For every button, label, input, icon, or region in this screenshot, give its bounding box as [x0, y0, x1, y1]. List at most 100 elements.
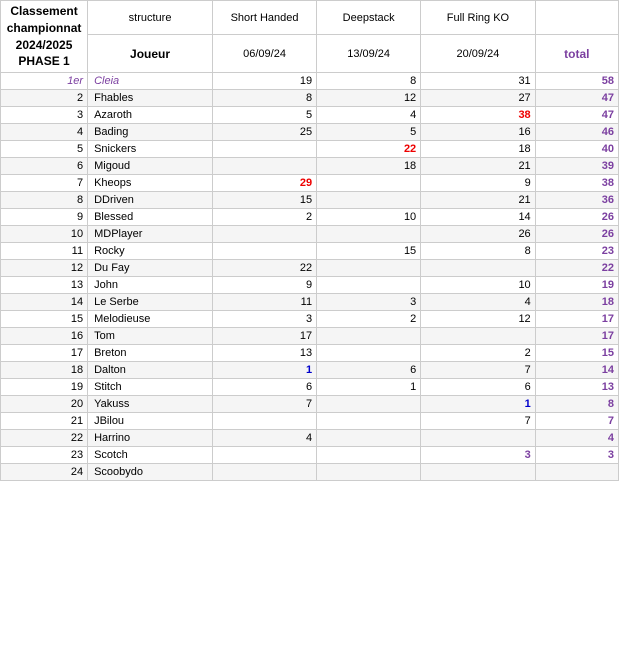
total-score-cell: 18: [535, 294, 618, 311]
player-name-cell: Stitch: [88, 379, 213, 396]
ds-score-cell: [317, 430, 421, 447]
sh-score-cell: [213, 141, 317, 158]
ds-score-cell: [317, 464, 421, 481]
frko-score-cell: 12: [421, 311, 536, 328]
player-name-cell: Migoud: [88, 158, 213, 175]
rank-cell: 15: [1, 311, 88, 328]
rank-cell: 20: [1, 396, 88, 413]
total-score-cell: 26: [535, 209, 618, 226]
frko-date: 20/09/24: [421, 35, 536, 73]
player-name-cell: MDPlayer: [88, 226, 213, 243]
ds-score-cell: 18: [317, 158, 421, 175]
rank-cell: 3: [1, 107, 88, 124]
player-name-cell: Melodieuse: [88, 311, 213, 328]
rank-cell: 24: [1, 464, 88, 481]
table-row: 5Snickers221840: [1, 141, 619, 158]
frko-score-cell: 18: [421, 141, 536, 158]
player-name-cell: Snickers: [88, 141, 213, 158]
rank-cell: 19: [1, 379, 88, 396]
sh-score-cell: 19: [213, 73, 317, 90]
table-row: 20Yakuss718: [1, 396, 619, 413]
player-name-cell: Cleia: [88, 73, 213, 90]
player-name-cell: John: [88, 277, 213, 294]
player-name-cell: Du Fay: [88, 260, 213, 277]
ds-score-cell: 5: [317, 124, 421, 141]
sh-score-cell: 17: [213, 328, 317, 345]
table-row: 8DDriven152136: [1, 192, 619, 209]
rank-cell: 23: [1, 447, 88, 464]
player-name-cell: Le Serbe: [88, 294, 213, 311]
ds-score-cell: [317, 328, 421, 345]
total-score-cell: 3: [535, 447, 618, 464]
table-row: 23Scotch33: [1, 447, 619, 464]
sh-score-cell: 11: [213, 294, 317, 311]
total-score-cell: [535, 464, 618, 481]
sh-score-cell: 4: [213, 430, 317, 447]
table-row: 22Harrino44: [1, 430, 619, 447]
table-row: 14Le Serbe113418: [1, 294, 619, 311]
ds-score-cell: 2: [317, 311, 421, 328]
sh-score-cell: 15: [213, 192, 317, 209]
table-row: 4Bading2551646: [1, 124, 619, 141]
rank-cell: 9: [1, 209, 88, 226]
total-score-cell: 19: [535, 277, 618, 294]
sh-score-cell: [213, 226, 317, 243]
player-name-cell: Harrino: [88, 430, 213, 447]
rank-cell: 12: [1, 260, 88, 277]
frko-score-cell: [421, 328, 536, 345]
frko-score-cell: [421, 430, 536, 447]
rank-cell: 18: [1, 362, 88, 379]
ds-score-cell: [317, 175, 421, 192]
sh-score-cell: 8: [213, 90, 317, 107]
sh-score-cell: 9: [213, 277, 317, 294]
table-row: 21JBilou77: [1, 413, 619, 430]
frko-score-cell: 7: [421, 413, 536, 430]
ds-score-cell: 12: [317, 90, 421, 107]
frko-score-cell: [421, 260, 536, 277]
total-label: total: [535, 35, 618, 73]
table-row: 6Migoud182139: [1, 158, 619, 175]
player-name-cell: JBilou: [88, 413, 213, 430]
player-name-cell: Yakuss: [88, 396, 213, 413]
sh-score-cell: 3: [213, 311, 317, 328]
rank-cell: 1er: [1, 73, 88, 90]
table-row: 15Melodieuse321217: [1, 311, 619, 328]
frko-score-cell: 31: [421, 73, 536, 90]
total-score-cell: 17: [535, 311, 618, 328]
ds-score-cell: [317, 413, 421, 430]
rank-cell: 13: [1, 277, 88, 294]
frko-score-cell: 9: [421, 175, 536, 192]
frko-score-cell: 27: [421, 90, 536, 107]
rank-cell: 14: [1, 294, 88, 311]
rank-cell: 11: [1, 243, 88, 260]
ds-score-cell: 4: [317, 107, 421, 124]
table-row: 16Tom1717: [1, 328, 619, 345]
total-score-cell: 15: [535, 345, 618, 362]
ds-date: 13/09/24: [317, 35, 421, 73]
player-name-cell: Blessed: [88, 209, 213, 226]
rank-cell: 6: [1, 158, 88, 175]
player-name-cell: Azaroth: [88, 107, 213, 124]
table-row: 18Dalton16714: [1, 362, 619, 379]
ds-score-cell: [317, 396, 421, 413]
rank-cell: 7: [1, 175, 88, 192]
rank-cell: 4: [1, 124, 88, 141]
sh-score-cell: [213, 413, 317, 430]
table-row: 24Scoobydo: [1, 464, 619, 481]
frko-header: Full Ring KO: [421, 1, 536, 35]
frko-score-cell: 7: [421, 362, 536, 379]
total-score-cell: 58: [535, 73, 618, 90]
frko-score-cell: 26: [421, 226, 536, 243]
structure-header: structure: [88, 1, 213, 35]
table-row: 19Stitch61613: [1, 379, 619, 396]
frko-score-cell: 38: [421, 107, 536, 124]
player-name-cell: Scotch: [88, 447, 213, 464]
table-row: 12Du Fay2222: [1, 260, 619, 277]
total-score-cell: 7: [535, 413, 618, 430]
frko-score-cell: 8: [421, 243, 536, 260]
sh-score-cell: 22: [213, 260, 317, 277]
sh-score-cell: [213, 243, 317, 260]
ds-score-cell: [317, 260, 421, 277]
player-name-cell: Rocky: [88, 243, 213, 260]
total-score-cell: 17: [535, 328, 618, 345]
